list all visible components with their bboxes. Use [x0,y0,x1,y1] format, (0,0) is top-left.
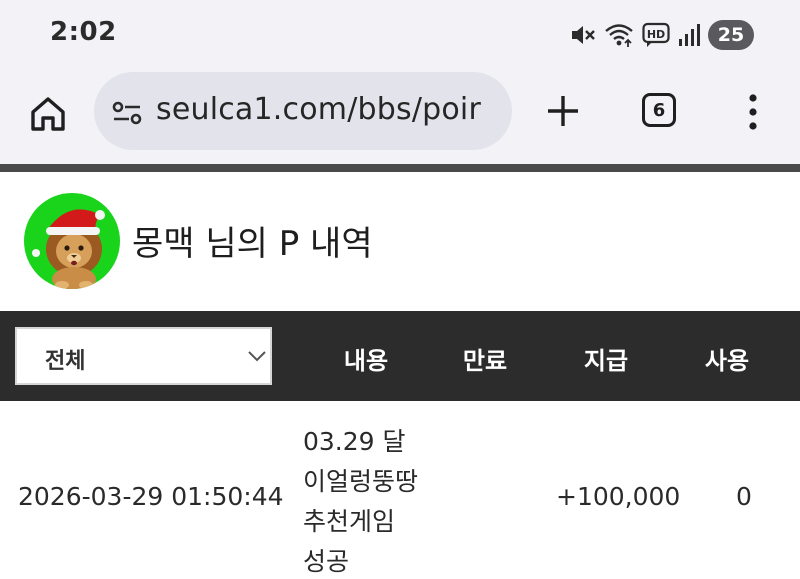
screen: 2:02 HD 25 seulca1.com/bbs/poir 6 몽맥 님의 … [0,0,800,579]
tab-count: 6 [652,99,666,121]
tab-switcher-icon[interactable]: 6 [642,93,676,127]
column-header-content: 내용 [343,347,389,375]
home-button[interactable] [26,92,70,136]
mute-vibrate-icon [570,23,596,47]
status-time: 2:02 [50,17,117,47]
row-content-line: 추천게임 [303,507,396,536]
browser-toolbar: seulca1.com/bbs/poir 6 [0,70,800,164]
address-bar[interactable]: seulca1.com/bbs/poir [94,72,512,150]
home-icon [31,97,65,131]
row-grant-amount: +100,000 [556,482,681,511]
site-info-icon[interactable] [110,99,144,131]
column-header-grant: 지급 [583,347,629,375]
new-tab-button[interactable] [544,92,582,130]
filter-select[interactable]: 전체 [15,327,272,385]
hd-voice-icon: HD [642,22,670,48]
lion-santa-avatar [32,209,105,289]
row-content-line: 03.29 달 [303,427,406,456]
status-bar: 2:02 HD 25 [0,0,800,70]
svg-text:HD: HD [647,28,665,41]
chevron-down-icon [248,351,266,362]
status-icons: HD 25 [570,18,754,52]
plus-icon [548,96,578,126]
signal-icon [678,23,700,47]
page-title: 몽맥 님의 P 내역 [132,224,373,264]
row-use-amount: 0 [736,482,752,511]
column-header-use: 사용 [704,347,750,375]
battery-icon: 25 [708,20,754,50]
row-content: 03.29 달 이얼렁뚱땅 추천게임 성공 [303,422,473,579]
row-date: 2026-03-29 01:50:44 [18,482,284,511]
more-menu-button[interactable] [744,92,762,132]
toolbar-divider [0,164,800,172]
row-content-line: 성공 [303,547,350,576]
table-header-bar: 전체 내용 만료 지급 사용 [0,311,800,401]
column-header-expire: 만료 [462,347,508,375]
more-vert-icon [749,94,757,130]
row-content-line: 이얼렁뚱땅 [303,467,419,496]
wifi-icon [604,22,634,48]
avatar [24,193,120,289]
filter-selected-value: 전체 [45,349,86,374]
url-text[interactable]: seulca1.com/bbs/poir [156,92,481,127]
